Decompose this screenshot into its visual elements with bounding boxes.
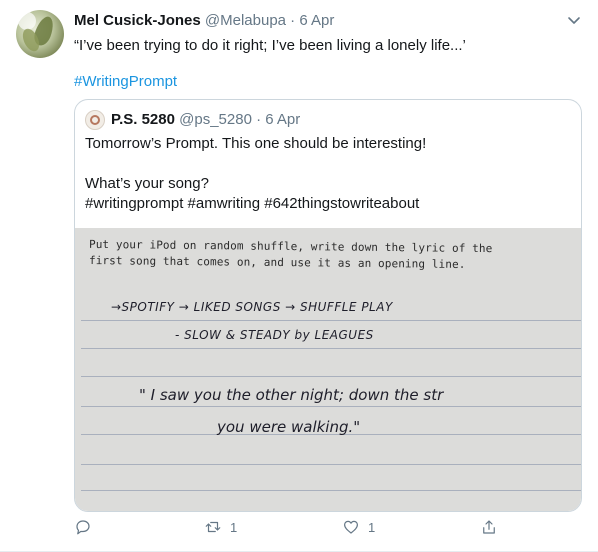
avatar[interactable] (16, 10, 64, 58)
printed-prompt-line-1: Put your iPod on random shuffle, write d… (88, 237, 493, 256)
author-name[interactable]: Mel Cusick-Jones (74, 12, 201, 29)
retweet-button[interactable]: 1 (204, 518, 237, 536)
share-icon (483, 520, 495, 534)
handwritten-line-2: - SLOW & STEADY by LEAGUES (175, 328, 374, 342)
quoted-tweet[interactable]: P.S. 5280 @ps_5280 · 6 Apr Tomorrow’s Pr… (74, 99, 582, 512)
like-count: 1 (368, 519, 376, 535)
tweet-text: “I’ve been trying to do it right; I’ve b… (74, 37, 466, 54)
quoted-header: P.S. 5280 @ps_5280 · 6 Apr (111, 110, 300, 130)
quoted-text: Tomorrow’s Prompt. This one should be in… (85, 134, 575, 214)
quoted-avatar[interactable] (85, 110, 105, 130)
retweet-count: 1 (230, 519, 238, 535)
quoted-author-name: P.S. 5280 (111, 111, 175, 128)
quoted-line-3: #writingprompt #amwriting #642thingstowr… (85, 195, 420, 212)
quoted-author-handle: @ps_5280 (179, 111, 252, 128)
hashtag-link[interactable]: #WritingPrompt (74, 72, 177, 92)
reply-button[interactable] (74, 518, 100, 536)
like-button[interactable]: 1 (342, 518, 375, 536)
quoted-photo[interactable]: Put your iPod on random shuffle, write d… (75, 228, 581, 511)
quoted-line-1: Tomorrow’s Prompt. This one should be in… (85, 135, 427, 152)
tweet-header: Mel Cusick-Jones @Melabupa · 6 Apr (74, 11, 334, 31)
handwritten-line-4: you were walking." (217, 418, 361, 436)
quoted-separator: · (256, 111, 262, 128)
quoted-date: 6 Apr (265, 111, 301, 128)
tweet-date[interactable]: 6 Apr (299, 12, 334, 29)
tweet[interactable]: Mel Cusick-Jones @Melabupa · 6 Apr “I’ve… (0, 0, 598, 552)
retweet-icon (205, 521, 221, 533)
author-handle[interactable]: @Melabupa (205, 12, 286, 29)
tweet-actions: 1 1 (0, 518, 598, 542)
share-button[interactable] (480, 518, 498, 536)
chevron-down-icon[interactable] (566, 12, 582, 28)
handwritten-line-1: →SPOTIFY → LIKED SONGS → SHUFFLE PLAY (111, 300, 393, 314)
reply-icon (76, 520, 90, 535)
like-icon (344, 520, 358, 534)
quoted-line-2: What’s your song? (85, 175, 209, 192)
handwritten-line-3: " I saw you the other night; down the st… (139, 386, 444, 404)
printed-prompt-line-2: first song that comes on, and use it as … (88, 254, 466, 271)
separator: · (290, 12, 296, 29)
